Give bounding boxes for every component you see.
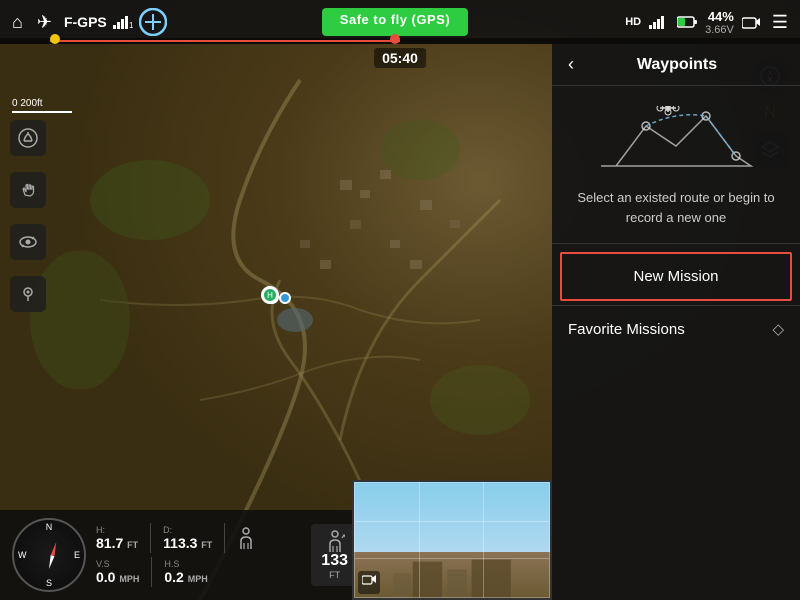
hud-altitude-display: 133 FT [311,524,358,586]
home-icon[interactable]: ⌂ [8,10,27,35]
hud-row-bottom: V.S 0.0 MPH H.S 0.2 MPH [96,557,301,587]
drone-position-blue [279,292,291,304]
hud-stats: H: 81.7 FT D: 113.3 FT [96,523,301,587]
compass-hud: N E S W [12,518,86,592]
scale-line [12,111,72,113]
top-right-controls: HD 44% 3.66V ☰ [625,9,792,36]
gps-status-label: Safe to fly (GPS) [322,8,468,36]
svg-text:15: 15 [129,21,133,29]
hand-icon-button[interactable] [10,172,46,208]
compass-w: W [18,550,27,560]
compass-e: E [74,550,80,560]
hud-distance: D: 113.3 FT [163,525,212,551]
camera-icon [742,15,760,29]
camera-preview[interactable] [352,480,552,600]
altitude-person-icon [325,530,345,552]
waypoint-button[interactable] [10,276,46,312]
hd-label: HD [625,16,641,28]
cam-grid-v1 [419,482,420,598]
cam-grid-v2 [483,482,484,598]
waypoint-mode-icon[interactable] [139,8,167,36]
battery-icon [677,15,697,29]
hud-divider-2 [224,523,225,553]
flight-timer: 05:40 [374,48,426,68]
wp-divider-1 [552,243,800,244]
camera-grid [354,482,550,598]
video-signal-icon [649,15,669,29]
hud-person-icon [237,527,255,549]
signal-icon: 15 [113,15,133,29]
takeoff-button[interactable] [10,120,46,156]
waypoints-header: ‹ Waypoints [552,44,800,86]
waypoints-back-button[interactable]: ‹ [564,54,578,75]
route-bar [0,38,800,44]
scale-bar: 0 200ft [12,98,72,113]
waypoints-illustration [552,86,800,188]
left-sidebar [10,120,46,312]
waypoints-panel: ‹ Waypoints Select an existed [552,44,800,600]
battery-info: 44% 3.66V [705,9,734,36]
waypoints-description: Select an existed route or begin to reco… [552,188,800,243]
waypoints-diagram [596,106,756,176]
hud-horizontal-speed: H.S 0.2 MPH [164,559,207,585]
drone-id-label: F-GPS [64,14,107,30]
hud-divider-3 [151,557,152,587]
favorite-missions-button[interactable]: Favorite Missions ◇ [552,305,800,352]
hud-row-top: H: 81.7 FT D: 113.3 FT [96,523,301,553]
drone-icon: ✈ [33,10,56,35]
camera-switch-icon[interactable] [358,571,380,594]
drone-marker: H [265,290,279,304]
drone-position-green: H [261,286,279,304]
hud-altitude: H: 81.7 FT [96,525,138,551]
menu-icon[interactable]: ☰ [768,10,792,35]
waypoints-title: Waypoints [586,56,788,74]
orbit-button[interactable] [10,224,46,260]
hud-divider-1 [150,523,151,553]
favorite-icon: ◇ [772,320,784,338]
compass-n: N [46,522,53,532]
flight-hud: N E S W H: 81.7 FT D: 113.3 [0,510,370,600]
new-mission-button[interactable]: New Mission [560,252,792,301]
hud-vertical-speed: V.S 0.0 MPH [96,559,139,585]
compass-s: S [46,578,52,588]
